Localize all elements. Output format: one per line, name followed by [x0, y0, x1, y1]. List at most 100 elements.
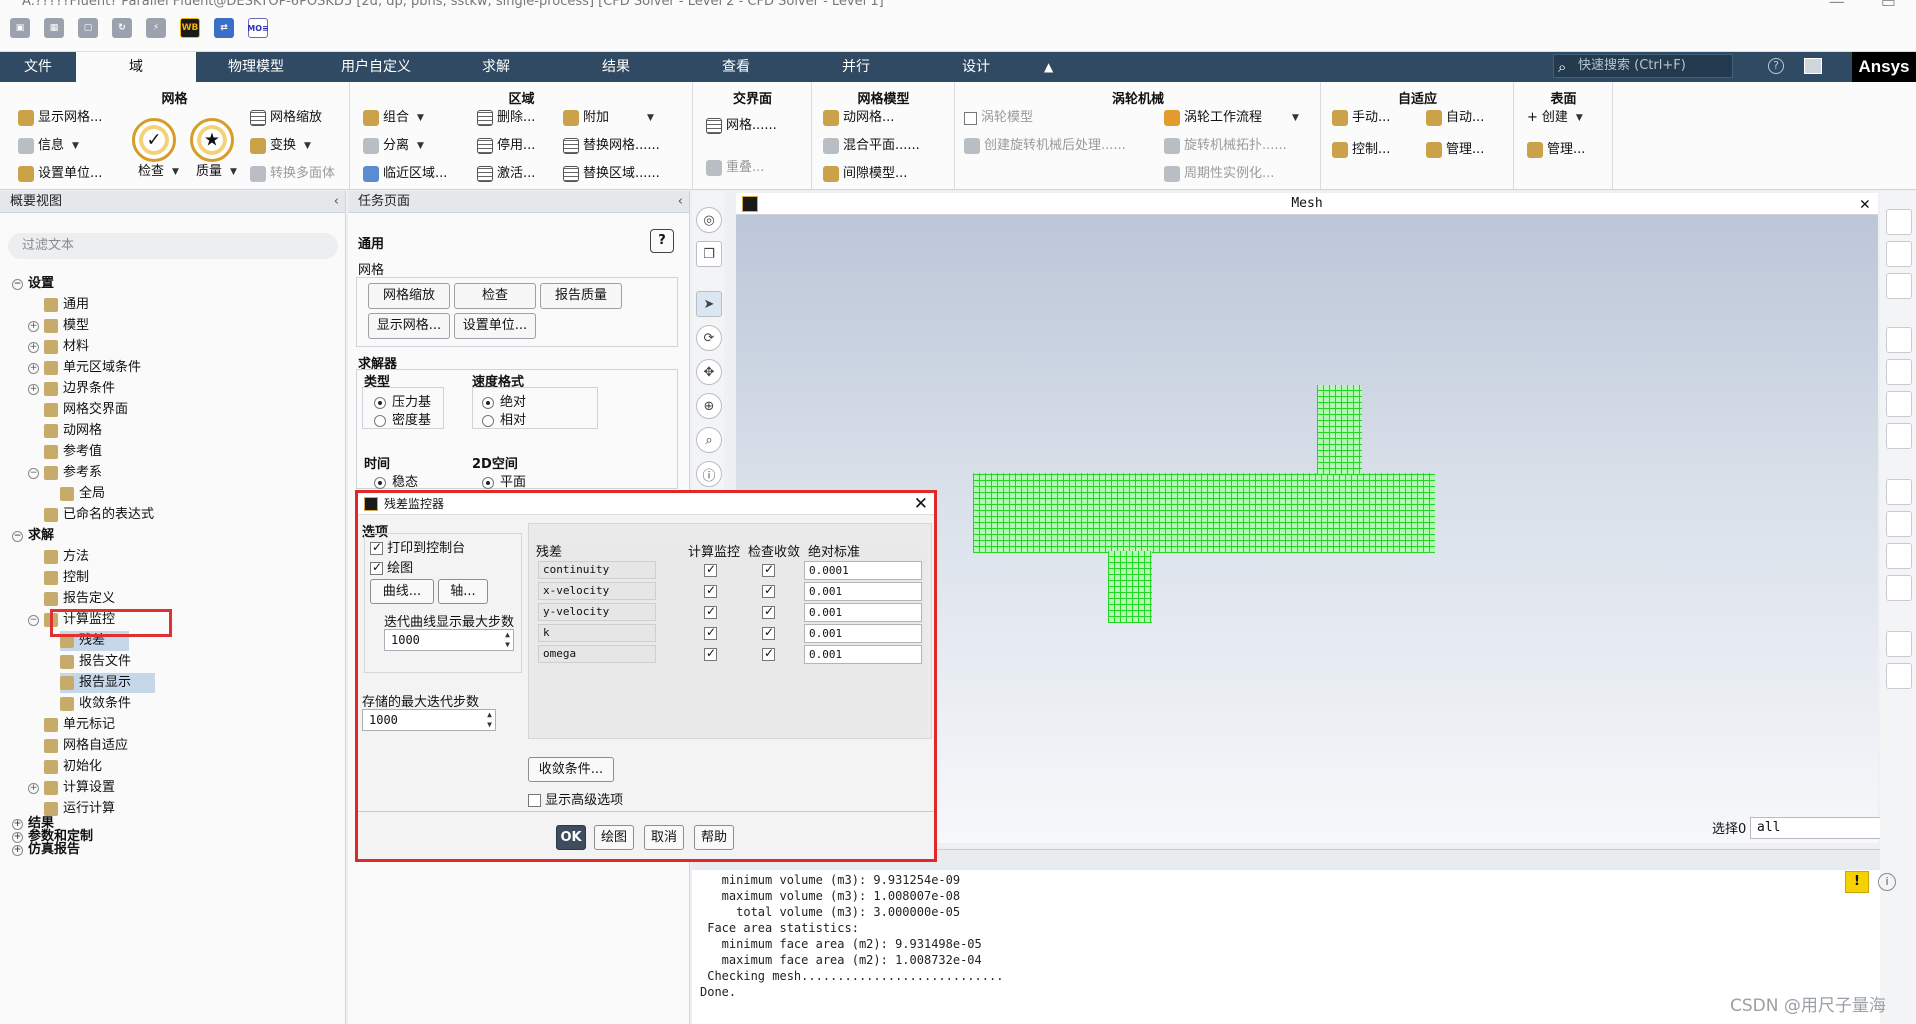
- absolute-criterion-input[interactable]: 0.001: [804, 645, 922, 664]
- set-units-button[interactable]: 设置单位...: [18, 164, 102, 184]
- check-convergence-checkbox[interactable]: [762, 564, 775, 577]
- quick-search-input[interactable]: ⌕快速搜索 (Ctrl+F): [1553, 54, 1733, 78]
- collapse-left-icon[interactable]: ‹: [334, 191, 339, 213]
- tree-item[interactable]: +边界条件: [28, 379, 115, 399]
- hide-icon[interactable]: [1886, 359, 1912, 385]
- tab-results[interactable]: 结果: [556, 52, 676, 82]
- monitor-checkbox[interactable]: [704, 648, 717, 661]
- eye-icon[interactable]: [1886, 327, 1912, 353]
- help-icon[interactable]: ?: [1768, 58, 1784, 74]
- expand-icon[interactable]: +: [28, 384, 39, 395]
- absolute-criterion-input[interactable]: 0.001: [804, 582, 922, 601]
- tab-design[interactable]: 设计: [916, 52, 1036, 82]
- tree-item[interactable]: 控制: [44, 568, 89, 588]
- check-convergence-checkbox[interactable]: [762, 606, 775, 619]
- turbo-topology-button[interactable]: 旋转机械拓扑......: [1164, 136, 1287, 156]
- pressure-based-radio[interactable]: 压力基: [374, 391, 431, 410]
- display-icon[interactable]: ◎: [696, 207, 722, 233]
- turbo-model-checkbox[interactable]: 涡轮模型: [964, 108, 1033, 128]
- deactivate-button[interactable]: 停用...: [477, 136, 535, 156]
- monitor-checkbox[interactable]: [704, 585, 717, 598]
- tab-file[interactable]: 文件: [0, 52, 76, 82]
- tree-item[interactable]: −参考系: [28, 463, 102, 483]
- tree-item[interactable]: −设置: [12, 274, 54, 294]
- replace-mesh-button[interactable]: 替换网格......: [563, 136, 660, 156]
- separate-button[interactable]: 分离▼: [363, 136, 424, 156]
- tree-item[interactable]: 运行计算: [44, 799, 115, 819]
- check-convergence-checkbox[interactable]: [762, 627, 775, 640]
- cube-icon[interactable]: ▣: [10, 18, 30, 38]
- close-icon[interactable]: ✕: [914, 493, 928, 515]
- adapt-auto-button[interactable]: 自动...: [1426, 108, 1484, 128]
- collapse-left-icon[interactable]: ‹: [678, 191, 683, 213]
- copy-icon[interactable]: [1886, 631, 1912, 657]
- gap-model-button[interactable]: 间隙模型...: [823, 164, 907, 184]
- probe-icon[interactable]: ⓘ: [696, 461, 722, 487]
- pan-icon[interactable]: ✥: [696, 359, 722, 385]
- quality-button[interactable]: 质量▼: [196, 162, 237, 182]
- adjacency-button[interactable]: 临近区域...: [363, 164, 447, 184]
- scale-mesh-button[interactable]: 网格缩放: [250, 108, 322, 128]
- mixing-plane-button[interactable]: 混合平面......: [823, 136, 920, 156]
- max-iter-plot-input[interactable]: 1000▲▼: [384, 629, 514, 651]
- tree-item[interactable]: 网格交界面: [44, 400, 128, 420]
- scale-button[interactable]: 网格缩放: [368, 283, 450, 309]
- absolute-criterion-input[interactable]: 0.001: [804, 624, 922, 643]
- adapt-manual-button[interactable]: 手动...: [1332, 108, 1390, 128]
- convert-polyhedra-button[interactable]: 转换多面体: [250, 164, 335, 184]
- convergence-conditions-button[interactable]: 收敛条件...: [528, 757, 614, 782]
- collapse-ribbon-icon[interactable]: ▲: [1044, 52, 1053, 82]
- close-icon[interactable]: ✕: [1860, 193, 1870, 215]
- display-mesh-button[interactable]: 显示网格...: [368, 313, 450, 339]
- check-convergence-checkbox[interactable]: [762, 585, 775, 598]
- tree-item[interactable]: +模型: [28, 316, 89, 336]
- curves-button[interactable]: 曲线...: [370, 579, 434, 604]
- collapse-icon[interactable]: −: [12, 279, 23, 290]
- check-convergence-checkbox[interactable]: [762, 648, 775, 661]
- view-side-icon[interactable]: [1886, 241, 1912, 267]
- expand-icon[interactable]: +: [12, 845, 23, 856]
- filter-input[interactable]: 过滤文本: [8, 233, 338, 259]
- adapt-control-button[interactable]: 控制...: [1332, 140, 1390, 160]
- warning-icon[interactable]: !: [1845, 871, 1869, 893]
- undo-view-icon[interactable]: [1886, 423, 1912, 449]
- check-button[interactable]: 检查: [454, 283, 536, 309]
- absolute-criterion-input[interactable]: 0.001: [804, 603, 922, 622]
- tree-item[interactable]: 报告文件: [60, 652, 131, 672]
- layers-icon[interactable]: [1886, 391, 1912, 417]
- plot-checkbox[interactable]: 绘图: [370, 557, 413, 576]
- transform-button[interactable]: 变换▼: [250, 136, 311, 156]
- expand-icon[interactable]: +: [28, 321, 39, 332]
- camera-icon[interactable]: [1886, 663, 1912, 689]
- maximize-icon[interactable]: ▭: [1881, 0, 1896, 11]
- tree-item[interactable]: 网格自适应: [44, 736, 128, 756]
- collapse-icon[interactable]: −: [28, 615, 39, 626]
- spinner-arrows-icon[interactable]: ▲▼: [505, 630, 510, 650]
- pointer-icon[interactable]: ➤: [696, 291, 722, 317]
- steady-radio[interactable]: 稳态: [374, 471, 418, 490]
- tree-item[interactable]: 动网格: [44, 421, 102, 441]
- check-mesh-icon[interactable]: ✓: [132, 118, 176, 162]
- relative-radio[interactable]: 相对: [482, 409, 526, 428]
- loop-icon[interactable]: ↻: [112, 18, 132, 38]
- adapt-manage-button[interactable]: 管理...: [1426, 140, 1484, 160]
- delete-zone-button[interactable]: 删除...: [477, 108, 535, 128]
- quality-icon[interactable]: ★: [190, 118, 234, 162]
- print-to-console-checkbox[interactable]: 打印到控制台: [370, 537, 465, 556]
- planar-radio[interactable]: 平面: [482, 471, 526, 490]
- dynamic-mesh-button[interactable]: 动网格...: [823, 108, 894, 128]
- wb-icon[interactable]: WB: [180, 18, 200, 38]
- help-button[interactable]: 帮助: [694, 825, 734, 850]
- box-icon[interactable]: ▢: [78, 18, 98, 38]
- expand-icon[interactable]: +: [28, 363, 39, 374]
- info-button[interactable]: 信息▼: [18, 136, 79, 156]
- tree-item[interactable]: +仿真报告: [12, 840, 80, 860]
- copy-view-icon[interactable]: ❐: [696, 241, 722, 267]
- mesh-icon[interactable]: ▦: [44, 18, 64, 38]
- monitor-checkbox[interactable]: [704, 627, 717, 640]
- axes-icon[interactable]: [1886, 479, 1912, 505]
- tab-view[interactable]: 查看: [676, 52, 796, 82]
- spinner-arrows-icon[interactable]: ▲▼: [487, 710, 492, 730]
- mo-icon[interactable]: MO≡: [248, 18, 268, 38]
- absolute-criterion-input[interactable]: 0.0001: [804, 561, 922, 580]
